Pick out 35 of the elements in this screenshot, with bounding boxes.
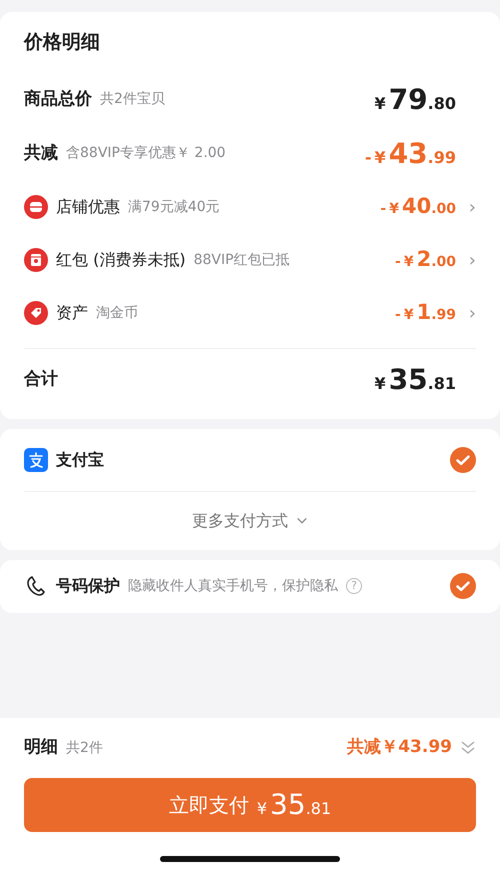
row-note: 满79元减40元 xyxy=(128,198,220,216)
row-note: 含88VIP专享优惠￥ 2.00 xyxy=(66,144,226,163)
row-label: 店铺优惠 xyxy=(56,196,120,218)
total-label: 合计 xyxy=(24,368,58,391)
tag-icon xyxy=(24,301,48,325)
double-chevron-icon xyxy=(460,740,476,756)
row-note: 淘金币 xyxy=(96,304,138,322)
chevron-icon[interactable]: › xyxy=(464,246,476,274)
pay-button[interactable]: 立即支付 ¥35.81 xyxy=(24,778,476,832)
saving-amount: 共减￥43.99 xyxy=(347,736,452,760)
store-icon xyxy=(24,195,48,219)
privacy-label: 号码保护 xyxy=(56,575,120,597)
discount-total-label: 共减 xyxy=(24,142,58,165)
row-label: 资产 xyxy=(56,302,88,324)
price-text: - ¥1.99 xyxy=(395,299,456,326)
privacy-note: 隐藏收件人真实手机号，保护隐私 xyxy=(128,576,338,596)
row-note: 共2件宝贝 xyxy=(100,90,165,109)
more-payment-link[interactable]: 更多支付方式 xyxy=(186,508,314,534)
section-title: 价格明细 xyxy=(24,30,101,55)
alipay-icon xyxy=(24,448,48,472)
envelope-icon xyxy=(24,248,48,272)
chevron-icon[interactable]: › xyxy=(464,300,476,326)
detail-label[interactable]: 明细 xyxy=(24,735,58,761)
chevron-icon[interactable]: › xyxy=(464,194,476,220)
item-count: 共2件 xyxy=(66,738,103,758)
row-note: 88VIP红包已抵 xyxy=(194,250,290,270)
help-icon[interactable]: ? xyxy=(346,578,362,594)
payment-method-label[interactable]: 支付宝 xyxy=(56,448,104,472)
total-price-label: 商品总价 xyxy=(24,88,92,111)
price-text: - ¥43.99 xyxy=(364,136,456,172)
price-text: ¥79.80 xyxy=(374,82,456,118)
row-label: 红包 (消费券未抵) xyxy=(56,249,186,271)
price-text: - ¥2.00 xyxy=(395,246,456,274)
price-text: - ¥40.00 xyxy=(380,193,456,220)
price-text: ¥35.81 xyxy=(374,362,456,398)
